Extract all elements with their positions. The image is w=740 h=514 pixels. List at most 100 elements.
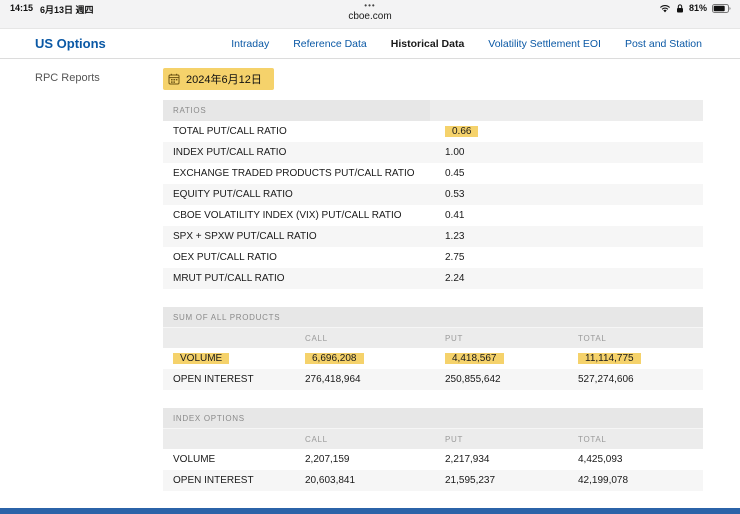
table-sum-of-all-products: SUM OF ALL PRODUCTSCALLPUTTOTAL VOLUME 6,6… [163, 307, 703, 390]
ratio-label: SPX + SPXW PUT/CALL RATIO [173, 231, 445, 242]
calendar-icon [168, 73, 180, 85]
data-row-volume: VOLUME 2,207,159 2,217,934 4,425,093 [163, 449, 703, 470]
nav-item-post-and-station[interactable]: Post and Station [625, 38, 702, 50]
row-value: 11,114,775 [578, 353, 703, 364]
ratio-label: OEX PUT/CALL RATIO [173, 252, 445, 263]
lock-icon [676, 4, 684, 13]
row-value-text: 20,603,841 [305, 475, 355, 486]
column-header-call: CALL [305, 429, 445, 449]
column-header-row: CALLPUTTOTAL [163, 428, 703, 449]
row-value-text: 6,696,208 [305, 353, 364, 364]
address-url[interactable]: cboe.com [0, 11, 740, 22]
row-value: 4,418,567 [445, 353, 578, 364]
main-content: 2024年6月12日 RATIOS TOTAL PUT/CALL RATIO0.… [163, 66, 703, 514]
ratio-row-oex-put-call-ratio: OEX PUT/CALL RATIO2.75 [163, 247, 703, 268]
ratio-value: 0.45 [445, 168, 703, 179]
row-value-text: 11,114,775 [578, 353, 641, 364]
row-value-text: 276,418,964 [305, 374, 361, 385]
row-label-text: OPEN INTEREST [173, 374, 254, 385]
product-tables: SUM OF ALL PRODUCTSCALLPUTTOTALVOLUME6,6… [163, 307, 703, 514]
ratio-value: 0.41 [445, 210, 703, 221]
row-label: OPEN INTEREST [173, 475, 305, 486]
row-label: VOLUME [173, 353, 305, 364]
table-title-index-options: INDEX OPTIONS [163, 408, 703, 428]
ratio-label: TOTAL PUT/CALL RATIO [173, 126, 445, 137]
ratio-value-text: 0.41 [445, 210, 464, 221]
screen: 14:15 6月13日 週四 ••• cboe.com 81% [0, 0, 740, 514]
column-header-row: CALLPUTTOTAL [163, 327, 703, 348]
row-value-text: 4,418,567 [445, 353, 504, 364]
ratio-value-text: 0.66 [445, 126, 478, 137]
ratio-row-exchange-traded-products-put-call-ratio: EXCHANGE TRADED PRODUCTS PUT/CALL RATIO0… [163, 163, 703, 184]
status-center: ••• cboe.com [0, 0, 740, 22]
ratios-header-value-cell [430, 100, 703, 121]
site-navbar: US Options Intraday Reference Data Histori… [0, 29, 740, 59]
row-value: 250,855,642 [445, 374, 578, 385]
row-value-text: 42,199,078 [578, 475, 628, 486]
column-header-empty [173, 328, 305, 348]
column-header-put: PUT [445, 328, 578, 348]
row-value: 42,199,078 [578, 475, 703, 486]
row-value: 6,696,208 [305, 353, 445, 364]
brand-us-options[interactable]: US Options [35, 36, 106, 51]
ratio-value-text: 0.53 [445, 189, 464, 200]
column-header-total: TOTAL [578, 429, 703, 449]
column-header-call: CALL [305, 328, 445, 348]
ratio-value-text: 1.00 [445, 147, 464, 158]
data-row-open-interest: OPEN INTEREST 276,418,964 250,855,642 527,2… [163, 369, 703, 390]
ratio-value: 0.53 [445, 189, 703, 200]
ratios-table-body: TOTAL PUT/CALL RATIO0.66INDEX PUT/CALL R… [163, 121, 703, 289]
row-value: 4,425,093 [578, 454, 703, 465]
ratio-row-spx-spxw-put-call-ratio: SPX + SPXW PUT/CALL RATIO1.23 [163, 226, 703, 247]
row-value: 527,274,606 [578, 374, 703, 385]
wifi-icon [659, 4, 671, 13]
ratio-row-cboe-volatility-index-vix-put-call-ratio: CBOE VOLATILITY INDEX (VIX) PUT/CALL RAT… [163, 205, 703, 226]
row-value-text: 2,217,934 [445, 454, 490, 465]
row-value: 2,217,934 [445, 454, 578, 465]
row-label-text: VOLUME [173, 454, 215, 465]
row-value-text: 2,207,159 [305, 454, 350, 465]
bottom-blue-bar [0, 508, 740, 514]
column-header-empty [173, 429, 305, 449]
row-value: 2,207,159 [305, 454, 445, 465]
nav-item-reference-data[interactable]: Reference Data [293, 38, 367, 50]
ratio-value: 0.66 [445, 126, 703, 137]
column-header-total: TOTAL [578, 328, 703, 348]
battery-icon [712, 4, 731, 13]
data-row-open-interest: OPEN INTEREST 20,603,841 21,595,237 42,199,… [163, 470, 703, 491]
row-label-text: OPEN INTEREST [173, 475, 254, 486]
ratios-table-header: RATIOS [163, 100, 703, 121]
nav-item-volatility-settlement-eoi[interactable]: Volatility Settlement EOI [488, 38, 601, 50]
ratio-label: EQUITY PUT/CALL RATIO [173, 189, 445, 200]
ratio-row-equity-put-call-ratio: EQUITY PUT/CALL RATIO0.53 [163, 184, 703, 205]
window-controls-dots-icon[interactable]: ••• [0, 2, 740, 10]
nav-item-intraday[interactable]: Intraday [231, 38, 269, 50]
ratio-row-index-put-call-ratio: INDEX PUT/CALL RATIO1.00 [163, 142, 703, 163]
date-picker[interactable]: 2024年6月12日 [163, 68, 274, 90]
ratio-label: INDEX PUT/CALL RATIO [173, 147, 445, 158]
ratio-value-text: 2.24 [445, 273, 464, 284]
row-value-text: 527,274,606 [578, 374, 634, 385]
nav-items: Intraday Reference Data Historical Data Vol… [231, 38, 702, 50]
row-label-text: VOLUME [173, 353, 229, 364]
row-value-text: 21,595,237 [445, 475, 495, 486]
ratio-value: 2.75 [445, 252, 703, 263]
row-value-text: 250,855,642 [445, 374, 501, 385]
nav-item-historical-data[interactable]: Historical Data [391, 38, 465, 50]
ratio-row-mrut-put-call-ratio: MRUT PUT/CALL RATIO2.24 [163, 268, 703, 289]
ratio-label: EXCHANGE TRADED PRODUCTS PUT/CALL RATIO [173, 168, 445, 179]
row-value: 276,418,964 [305, 374, 445, 385]
row-value: 20,603,841 [305, 475, 445, 486]
column-header-put: PUT [445, 429, 578, 449]
status-bar: 14:15 6月13日 週四 ••• cboe.com 81% [0, 0, 740, 29]
row-label: VOLUME [173, 454, 305, 465]
row-value: 21,595,237 [445, 475, 578, 486]
table-index-options: INDEX OPTIONSCALLPUTTOTAL VOLUME 2,207,159… [163, 408, 703, 491]
ratio-label: MRUT PUT/CALL RATIO [173, 273, 445, 284]
ratios-table: RATIOS TOTAL PUT/CALL RATIO0.66INDEX PUT… [163, 100, 703, 289]
data-row-volume: VOLUME 6,696,208 4,418,567 11,114,775 [163, 348, 703, 369]
sidebar-item-rpc-reports[interactable]: RPC Reports [35, 72, 100, 84]
ratio-value: 1.23 [445, 231, 703, 242]
table-title-sum-of-all-products: SUM OF ALL PRODUCTS [163, 307, 703, 327]
ratios-table-title: RATIOS [173, 106, 206, 115]
